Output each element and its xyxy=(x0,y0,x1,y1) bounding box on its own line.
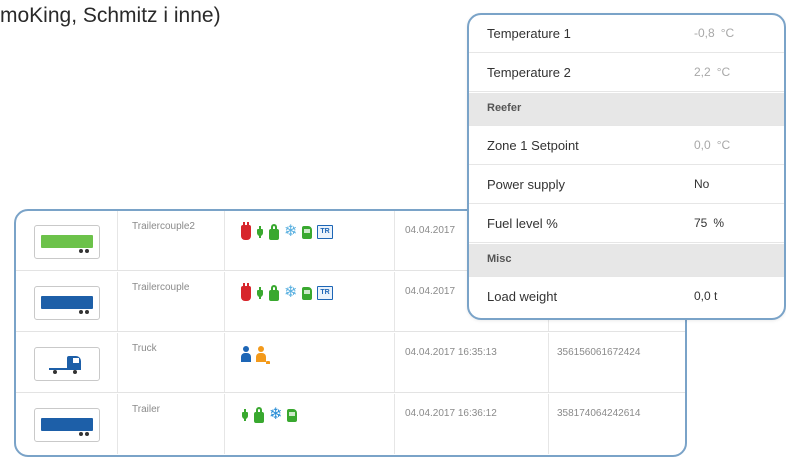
lock-green-icon xyxy=(269,284,279,301)
sensor-section-reefer: Reefer xyxy=(469,93,784,126)
sensor-row-load-weight: Load weight 0,0 t xyxy=(469,278,784,316)
sensor-label: Fuel level % xyxy=(487,216,558,231)
table-row[interactable]: Trailer ❄ 04.04.2017 16:36:12 3581740642… xyxy=(16,394,685,454)
vehicle-date: 04.04.2017 16:36:12 xyxy=(405,408,497,419)
sensor-row-fuel-level: Fuel level % 75% xyxy=(469,205,784,243)
plug-green-icon xyxy=(241,409,249,421)
person-orange-icon xyxy=(256,346,272,362)
header-text: moKing, Schmitz i inne) xyxy=(0,4,221,27)
plug-red-icon xyxy=(241,221,251,240)
sensor-value: 75% xyxy=(694,216,725,230)
tr-icon: TR xyxy=(317,286,333,300)
sensor-label: Zone 1 Setpoint xyxy=(487,138,579,153)
vehicle-date: 04.04.2017 xyxy=(405,286,456,297)
snowflake-icon: ❄ xyxy=(269,406,283,423)
vehicle-date: 04.04.2017 xyxy=(405,225,456,236)
tr-icon: TR xyxy=(317,225,333,239)
status-icons: ❄ TR xyxy=(241,221,333,242)
status-icons: ❄ xyxy=(241,405,298,425)
sensor-section-misc: Misc xyxy=(469,244,784,277)
sensor-label: Power supply xyxy=(487,177,566,192)
sensor-row-power-supply: Power supply No xyxy=(469,166,784,204)
plug-green-icon xyxy=(256,226,264,238)
section-title: Misc xyxy=(487,253,512,265)
trailer-blue-icon[interactable] xyxy=(34,286,100,320)
fuel-green-icon xyxy=(302,286,313,300)
trailer-blue-icon[interactable] xyxy=(34,408,100,442)
sensor-value: 0,0 °C xyxy=(694,138,731,152)
sensor-popup: Temperature 1 -0,8 °C Temperature 2 2,2 °C… xyxy=(467,13,786,320)
person-blue-icon xyxy=(241,346,251,362)
lock-green-icon xyxy=(254,406,264,423)
fuel-green-icon xyxy=(287,408,298,422)
sensor-label: Load weight xyxy=(487,289,558,304)
sensor-value: -0,8 °C xyxy=(694,26,735,40)
status-icons: ❄ TR xyxy=(241,282,333,303)
snowflake-icon: ❄ xyxy=(284,223,298,240)
vehicle-device-id: 358174064242614 xyxy=(557,408,641,419)
sensor-label: Temperature 2 xyxy=(487,65,571,80)
vehicle-date: 04.04.2017 16:35:13 xyxy=(405,347,497,358)
plug-red-icon xyxy=(241,282,251,301)
lock-green-icon xyxy=(269,223,279,240)
trailer-green-icon[interactable] xyxy=(34,225,100,259)
fuel-green-icon xyxy=(302,225,313,239)
vehicle-name: Trailercouple2 xyxy=(132,221,195,232)
vehicle-name: Trailercouple xyxy=(132,282,190,293)
vehicle-device-id: 356156061672424 xyxy=(557,347,641,358)
sensor-value: 0,0 t xyxy=(694,289,718,303)
sensor-row-temperature-2: Temperature 2 2,2 °C xyxy=(469,54,784,92)
sensor-row-zone-1-setpoint: Zone 1 Setpoint 0,0 °C xyxy=(469,127,784,165)
sensor-value: No xyxy=(694,177,710,191)
snowflake-icon: ❄ xyxy=(284,284,298,301)
section-title: Reefer xyxy=(487,102,522,114)
vehicle-name: Truck xyxy=(132,343,157,354)
sensor-label: Temperature 1 xyxy=(487,26,571,41)
vehicle-name: Trailer xyxy=(132,404,160,415)
table-row[interactable]: Truck 04.04.2017 16:35:13 35615606167242… xyxy=(16,333,685,393)
status-icons xyxy=(241,344,272,364)
plug-green-icon xyxy=(256,287,264,299)
sensor-row-temperature-1: Temperature 1 -0,8 °C xyxy=(469,15,784,53)
truck-icon[interactable] xyxy=(34,347,100,381)
sensor-value: 2,2 °C xyxy=(694,65,731,79)
